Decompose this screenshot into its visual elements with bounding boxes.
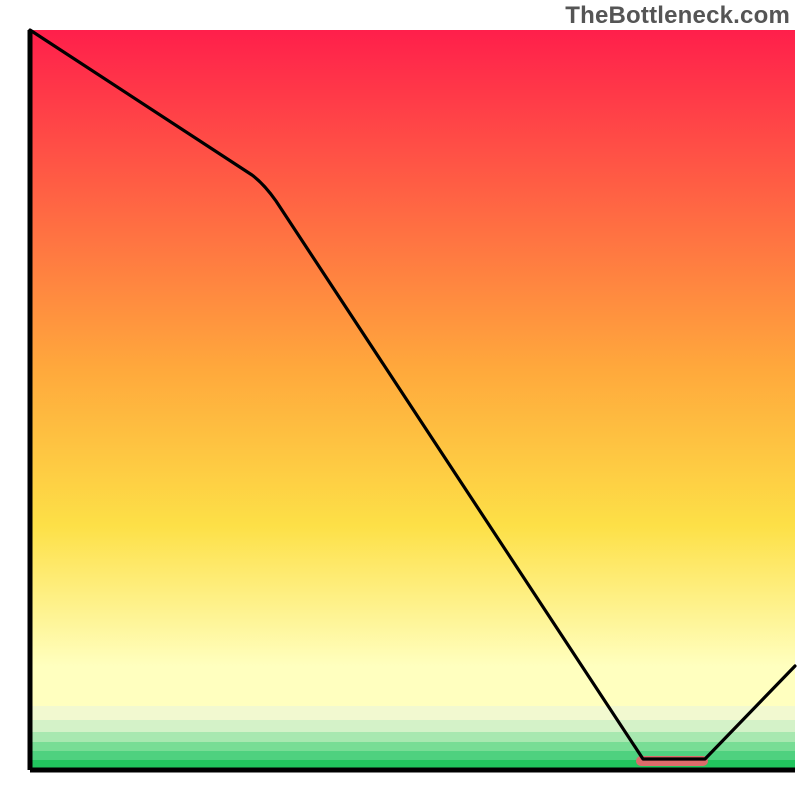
chart-stage: TheBottleneck.com bbox=[0, 0, 800, 800]
watermark-text: TheBottleneck.com bbox=[565, 2, 790, 30]
bottleneck-chart bbox=[0, 0, 800, 800]
gradient-background bbox=[30, 30, 795, 770]
band-cream bbox=[30, 706, 795, 720]
band-pale-yellow bbox=[30, 666, 795, 706]
band-light-green-1 bbox=[30, 720, 795, 732]
plot-area bbox=[30, 30, 795, 770]
band-green-1 bbox=[30, 742, 795, 751]
band-light-green-2 bbox=[30, 732, 795, 742]
